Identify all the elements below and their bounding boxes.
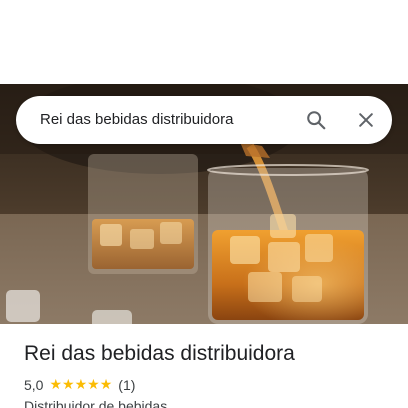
maps-place-panel: Rei das bebidas distribuidora 5,0 ★ ★ ★ … xyxy=(0,0,408,408)
rating-value: 5,0 xyxy=(24,377,44,393)
search-icon xyxy=(307,111,326,130)
star-icon: ★ xyxy=(49,377,63,393)
top-blank-area xyxy=(0,0,408,84)
place-title: Rei das bebidas distribuidora xyxy=(24,342,295,365)
search-button[interactable] xyxy=(302,106,330,134)
review-count-link[interactable]: (1) xyxy=(118,377,135,393)
close-icon xyxy=(359,113,373,127)
rating-stars: ★ ★ ★ ★ ★ xyxy=(49,378,112,392)
close-button[interactable] xyxy=(352,106,380,134)
star-icon: ★ xyxy=(62,377,75,393)
search-bar xyxy=(16,96,392,144)
place-info: Rei das bebidas distribuidora 5,0 ★ ★ ★ … xyxy=(0,324,408,408)
star-icon: ★ xyxy=(99,377,113,393)
place-category: Distribuidor de bebidas xyxy=(24,398,168,408)
search-input[interactable] xyxy=(40,96,290,144)
star-icon: ★ xyxy=(74,377,88,393)
rating-row[interactable]: 5,0 ★ ★ ★ ★ ★ (1) xyxy=(24,376,135,394)
star-icon: ★ xyxy=(87,377,100,393)
